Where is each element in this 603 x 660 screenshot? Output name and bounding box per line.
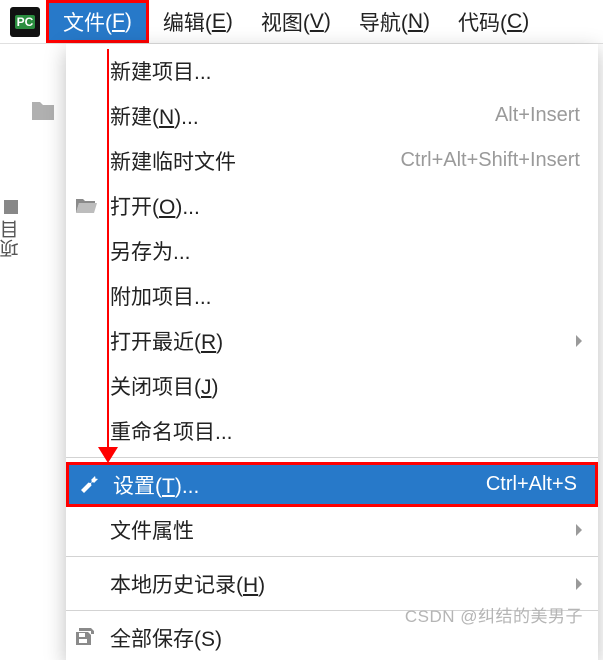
shortcut-text: Alt+Insert bbox=[495, 104, 598, 127]
open-folder-icon bbox=[66, 197, 106, 215]
sidebar-tab-label: 项目 bbox=[0, 220, 25, 258]
chevron-right-icon bbox=[574, 577, 584, 591]
menu-navigate[interactable]: 导航(N) bbox=[345, 0, 444, 43]
menu-item-close-project[interactable]: 关闭项目(J) bbox=[66, 363, 598, 408]
shortcut-text: Ctrl+Alt+Shift+Insert bbox=[400, 149, 598, 172]
folder-icon bbox=[30, 100, 56, 122]
app-icon-text: PC bbox=[15, 15, 36, 29]
menu-item-file-properties[interactable]: 文件属性 bbox=[66, 507, 598, 552]
menu-item-new-project[interactable]: 新建项目... bbox=[66, 48, 598, 93]
menu-file-mnemonic: F bbox=[112, 10, 125, 34]
menu-item-new-scratch[interactable]: 新建临时文件 Ctrl+Alt+Shift+Insert bbox=[66, 138, 598, 183]
menu-item-open-recent[interactable]: 打开最近(R) bbox=[66, 318, 598, 363]
menu-item-save-as[interactable]: 另存为... bbox=[66, 228, 598, 273]
menu-code-mnemonic: C bbox=[507, 10, 522, 34]
menu-bar: PC 文件(F) 编辑(E) 视图(V) 导航(N) 代码(C) bbox=[0, 0, 603, 44]
menu-separator bbox=[66, 457, 598, 458]
annotation-arrow-icon bbox=[107, 49, 109, 449]
sidebar-tab-project[interactable]: 项目 bbox=[0, 184, 22, 274]
menu-item-settings[interactable]: 设置(T)... Ctrl+Alt+S bbox=[66, 462, 598, 507]
menu-view-label-post: ) bbox=[324, 10, 331, 34]
chevron-right-icon bbox=[574, 523, 584, 537]
menu-code[interactable]: 代码(C) bbox=[444, 0, 543, 43]
menu-file-label-post: ) bbox=[125, 10, 132, 34]
menu-edit-label-pre: 编辑( bbox=[163, 7, 212, 37]
annotation-arrow-head-icon bbox=[98, 447, 118, 463]
menu-edit-label-post: ) bbox=[226, 10, 233, 34]
file-menu-dropdown: 新建项目... 新建(N)... Alt+Insert 新建临时文件 Ctrl+… bbox=[66, 44, 598, 660]
app-icon: PC bbox=[10, 7, 40, 37]
menu-file-label-pre: 文件( bbox=[63, 7, 112, 37]
menu-edit-mnemonic: E bbox=[212, 10, 226, 34]
menu-edit[interactable]: 编辑(E) bbox=[149, 0, 247, 43]
menu-separator bbox=[66, 556, 598, 557]
menu-nav-mnemonic: N bbox=[408, 10, 423, 34]
save-all-icon bbox=[66, 627, 106, 649]
menu-item-local-history[interactable]: 本地历史记录(H) bbox=[66, 561, 598, 606]
menu-item-new[interactable]: 新建(N)... Alt+Insert bbox=[66, 93, 598, 138]
menu-view-mnemonic: V bbox=[310, 10, 324, 34]
menu-file[interactable]: 文件(F) bbox=[46, 0, 149, 43]
watermark-text: CSDN @纠结的美男子 bbox=[405, 602, 583, 627]
project-icon bbox=[4, 200, 18, 214]
menu-nav-label-pre: 导航( bbox=[359, 7, 408, 37]
shortcut-text: Ctrl+Alt+S bbox=[486, 473, 595, 496]
menu-nav-label-post: ) bbox=[423, 10, 430, 34]
menu-code-label-post: ) bbox=[522, 10, 529, 34]
menu-code-label-pre: 代码( bbox=[458, 7, 507, 37]
menu-item-rename-project[interactable]: 重命名项目... bbox=[66, 408, 598, 453]
chevron-right-icon bbox=[574, 334, 584, 348]
menu-item-attach-project[interactable]: 附加项目... bbox=[66, 273, 598, 318]
editor-gutter: 项目 bbox=[0, 44, 66, 635]
menu-view[interactable]: 视图(V) bbox=[247, 0, 345, 43]
wrench-icon bbox=[69, 474, 109, 496]
menu-item-open[interactable]: 打开(O)... bbox=[66, 183, 598, 228]
menu-view-label-pre: 视图( bbox=[261, 7, 310, 37]
